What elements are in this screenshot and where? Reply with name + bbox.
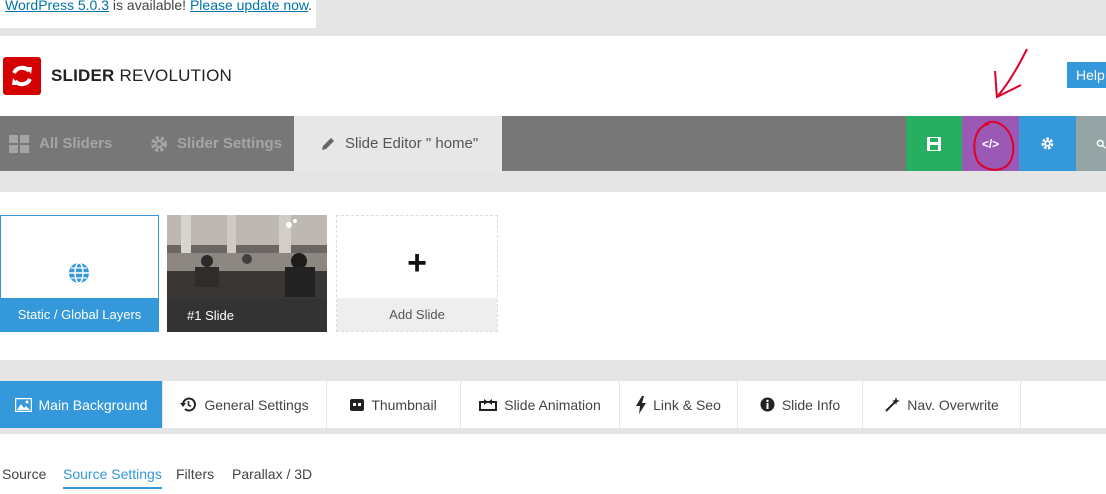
search-icon xyxy=(1096,139,1106,149)
slide-1-label: #1 Slide xyxy=(167,299,327,332)
slide-settings-tabs: Main Background General Settings Thumbna… xyxy=(0,381,1106,428)
update-now-link[interactable]: Please update now xyxy=(190,0,308,13)
tab-slide-animation-label: Slide Animation xyxy=(504,396,601,413)
brand-bold: SLIDER xyxy=(51,66,115,85)
red-circle-annotation xyxy=(973,120,1015,171)
plugin-header: SLIDER REVOLUTION Help xyxy=(0,36,1106,116)
magic-wand-icon xyxy=(885,396,901,412)
background-subtabs: Source Source Settings Filters Parallax … xyxy=(0,434,1106,494)
nav-all-sliders-label: All Sliders xyxy=(39,135,113,152)
static-layers-label: Static / Global Layers xyxy=(1,298,158,331)
update-notice: WordPress 5.0.3 is available! Please upd… xyxy=(0,0,316,28)
notice-end: . xyxy=(308,0,313,13)
gear-icon xyxy=(151,135,167,152)
refresh-icon xyxy=(12,65,32,87)
save-button[interactable] xyxy=(906,116,962,171)
slides-list: Static / Global Layers #1 Slide + Add Sl… xyxy=(0,192,1106,360)
tab-general-settings[interactable]: General Settings xyxy=(163,381,327,428)
main-navbar: All Sliders Slider Settings Slide Editor… xyxy=(0,116,1106,171)
tab-slide-info-label: Slide Info xyxy=(781,396,841,413)
tab-general-settings-label: General Settings xyxy=(204,396,309,413)
gear-icon xyxy=(1041,137,1054,150)
history-icon xyxy=(180,397,197,412)
tab-slide-info[interactable]: Slide Info xyxy=(738,381,863,428)
nav-slider-settings-label: Slider Settings xyxy=(177,135,283,152)
tab-thumbnail-label: Thumbnail xyxy=(371,396,437,413)
transition-icon xyxy=(479,398,498,411)
add-slide-button[interactable]: + Add Slide xyxy=(336,215,498,332)
tab-thumbnail[interactable]: Thumbnail xyxy=(327,381,461,428)
tab-nav-overwrite[interactable]: Nav. Overwrite xyxy=(863,381,1021,428)
grid-icon xyxy=(9,134,29,153)
office-photo-image xyxy=(167,215,327,299)
nav-slide-editor-label: Slide Editor " home" xyxy=(345,135,479,152)
notice-text: is available! xyxy=(109,0,190,13)
lightning-icon xyxy=(636,395,647,414)
tab-link-seo[interactable]: Link & Seo xyxy=(620,381,738,428)
nav-slider-settings[interactable]: Slider Settings xyxy=(131,116,294,171)
plus-icon: + xyxy=(407,244,427,282)
wordpress-version-link[interactable]: WordPress 5.0.3 xyxy=(5,0,109,13)
static-global-layers-slide[interactable]: Static / Global Layers xyxy=(0,215,159,332)
settings-button[interactable] xyxy=(1019,116,1076,171)
floppy-disk-icon xyxy=(927,136,941,151)
subtab-filters[interactable]: Filters xyxy=(176,466,214,482)
nav-slide-editor[interactable]: Slide Editor " home" xyxy=(294,116,502,171)
tab-nav-overwrite-label: Nav. Overwrite xyxy=(907,396,999,413)
preview-search-button[interactable] xyxy=(1076,116,1106,171)
subtab-source-settings[interactable]: Source Settings xyxy=(63,466,162,489)
thumbnail-icon xyxy=(350,398,365,411)
slide-1-thumbnail[interactable]: #1 Slide xyxy=(167,215,327,332)
tab-main-background-label: Main Background xyxy=(38,396,148,413)
slider-revolution-logo xyxy=(3,57,41,95)
info-icon xyxy=(760,397,775,412)
help-button[interactable]: Help xyxy=(1067,62,1106,88)
globe-icon xyxy=(69,262,89,284)
tab-main-background[interactable]: Main Background xyxy=(0,381,163,428)
subtab-source[interactable]: Source xyxy=(2,466,46,482)
subtab-parallax-3d[interactable]: Parallax / 3D xyxy=(232,466,312,482)
brand-title: SLIDER REVOLUTION xyxy=(51,66,232,86)
red-arrow-annotation xyxy=(994,48,1028,99)
nav-all-sliders[interactable]: All Sliders xyxy=(0,116,131,171)
pencil-icon xyxy=(322,137,334,150)
image-icon xyxy=(14,397,32,412)
add-slide-label: Add Slide xyxy=(337,298,497,331)
tab-slide-animation[interactable]: Slide Animation xyxy=(461,381,620,428)
tab-link-seo-label: Link & Seo xyxy=(653,396,721,413)
brand-rest: REVOLUTION xyxy=(114,66,232,85)
